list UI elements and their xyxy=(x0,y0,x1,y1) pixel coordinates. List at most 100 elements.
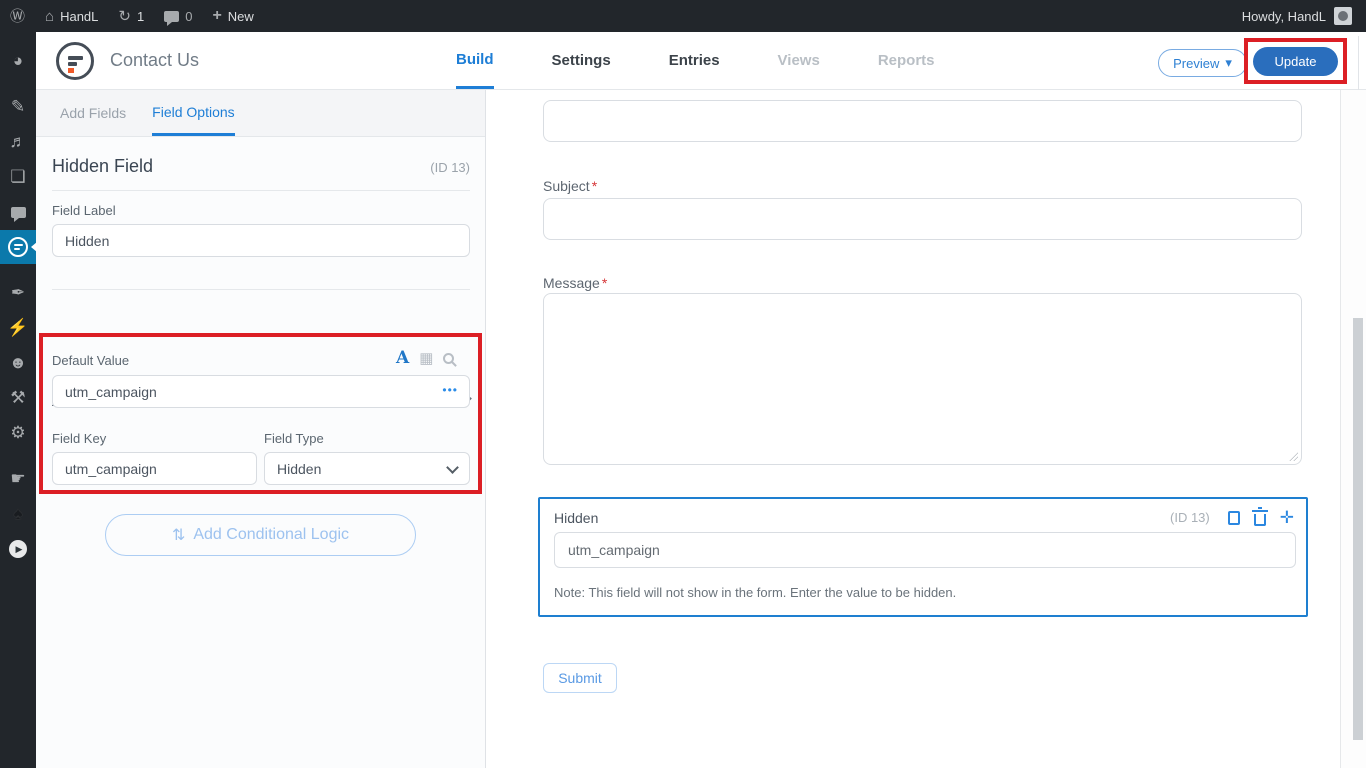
delete-trash-icon[interactable] xyxy=(1254,514,1266,526)
subject-field-input[interactable] xyxy=(543,198,1302,240)
chevron-down-icon xyxy=(446,461,459,474)
submit-button[interactable]: Submit xyxy=(543,663,617,693)
pages-icon: ❏ xyxy=(10,167,25,187)
message-field-textarea[interactable] xyxy=(543,293,1302,465)
builder-tabs: Build Settings Entries Views Reports xyxy=(456,32,935,89)
wordpress-logo-icon: Ⓦ xyxy=(10,9,25,24)
field-type-value: Hidden xyxy=(277,461,321,477)
more-options-icon[interactable]: ••• xyxy=(442,383,458,397)
sidebar-item-spy-plugin[interactable]: ♠ xyxy=(0,497,36,531)
wp-admin-bar: Ⓦ ⌂ HandL ↻ 1 0 + New Howdy, HandL xyxy=(0,0,1366,32)
plus-icon: + xyxy=(212,8,221,24)
field-key-input[interactable] xyxy=(52,452,257,485)
divider xyxy=(52,289,470,290)
formidable-icon xyxy=(8,237,28,257)
update-button[interactable]: Update xyxy=(1253,47,1338,76)
move-drag-icon[interactable]: ✛ xyxy=(1280,509,1294,526)
sidebar-item-media[interactable]: ♬ xyxy=(0,125,36,159)
comments-count: 0 xyxy=(185,9,192,24)
message-label-text: Message xyxy=(543,275,600,291)
sidebar-item-pages[interactable]: ❏ xyxy=(0,160,36,194)
tab-reports[interactable]: Reports xyxy=(878,32,935,89)
updates-icon: ↻ xyxy=(118,9,131,24)
wp-admin-sidebar: ◕ ✎ ♬ ❏ ✒ ⚡ ☻ ⚒ ⚙ ☛ ♠ ▶ xyxy=(0,32,36,768)
sidebar-item-formidable[interactable] xyxy=(0,230,36,264)
pin-icon: ✎ xyxy=(11,97,25,117)
sidebar-item-comments[interactable] xyxy=(0,195,36,229)
spy-icon: ♠ xyxy=(13,504,22,524)
sidebar-item-settings[interactable]: ⚙ xyxy=(0,416,36,450)
tab-field-options[interactable]: Field Options xyxy=(152,90,234,136)
sidebar-item-appearance[interactable]: ✒ xyxy=(0,276,36,310)
chevron-down-icon: ▾ xyxy=(1225,55,1232,71)
tab-build[interactable]: Build xyxy=(456,32,494,89)
account-menu[interactable]: Howdy, HandL xyxy=(1242,7,1366,25)
default-value-input[interactable] xyxy=(52,375,470,408)
home-icon: ⌂ xyxy=(45,9,54,24)
duplicate-icon[interactable] xyxy=(1228,511,1240,525)
new-label: New xyxy=(228,9,254,24)
hidden-field-label: Hidden xyxy=(554,510,598,526)
sidebar-item-plugins[interactable]: ⚡ xyxy=(0,311,36,345)
handl-grabber-hand-icon: ☛ xyxy=(10,469,25,489)
comment-bubble-icon xyxy=(11,207,26,218)
hidden-field-id-badge: (ID 13) xyxy=(1170,510,1210,525)
hidden-field-block-selected[interactable]: Hidden (ID 13) ✛ Note: This field will n… xyxy=(538,497,1308,617)
default-value-toolbar: A ▦ xyxy=(396,350,454,367)
default-value-label: Default Value xyxy=(52,353,129,368)
field-type-label: Field Type xyxy=(264,431,324,446)
add-conditional-logic-button[interactable]: ⇅ Add Conditional Logic xyxy=(105,514,416,556)
required-asterisk: * xyxy=(602,275,607,291)
field-label-label: Field Label xyxy=(52,203,116,218)
field-options-heading: Hidden Field (ID 13) xyxy=(52,156,470,177)
header-divider xyxy=(1358,36,1359,90)
search-icon[interactable] xyxy=(443,353,454,364)
subject-field-label: Subject* xyxy=(543,178,597,194)
vertical-scrollbar[interactable] xyxy=(1341,32,1366,768)
field-key-label: Field Key xyxy=(52,431,106,446)
text-format-icon[interactable]: A xyxy=(396,350,409,367)
wp-logo-menu[interactable]: Ⓦ xyxy=(0,0,35,32)
resize-grip-icon[interactable] xyxy=(1288,451,1298,461)
media-icon: ♬ xyxy=(10,132,27,152)
formidable-builder-page: Ⓦ ⌂ HandL ↻ 1 0 + New Howdy, HandL ◕ ✎ ♬… xyxy=(0,0,1366,768)
sidebar-item-dashboard[interactable]: ◕ xyxy=(0,44,36,78)
panel-tabs: Add Fields Field Options xyxy=(36,90,485,137)
site-name-menu[interactable]: ⌂ HandL xyxy=(35,0,108,32)
avatar xyxy=(1334,7,1352,25)
updates-count: 1 xyxy=(137,9,144,24)
tools-wrench-icon: ⚒ xyxy=(10,388,25,408)
dashboard-icon: ◕ xyxy=(13,51,23,71)
comments-icon xyxy=(164,11,179,22)
calculator-icon[interactable]: ▦ xyxy=(419,351,433,366)
conditional-logic-label: Add Conditional Logic xyxy=(193,526,349,544)
tab-entries[interactable]: Entries xyxy=(669,32,720,89)
updates-menu[interactable]: ↻ 1 xyxy=(108,0,154,32)
untitled-field-input[interactable] xyxy=(543,100,1302,142)
preview-button[interactable]: Preview ▾ xyxy=(1158,49,1247,77)
site-name-label: HandL xyxy=(60,9,98,24)
field-type-title: Hidden Field xyxy=(52,156,153,177)
form-preview-canvas: Subject* Message* Hidden (ID 13) ✛ Note:… xyxy=(487,90,1340,768)
sidebar-item-video-plugin[interactable]: ▶ xyxy=(0,532,36,566)
sidebar-item-users[interactable]: ☻ xyxy=(0,346,36,380)
comments-menu[interactable]: 0 xyxy=(154,0,202,32)
field-type-select[interactable]: Hidden xyxy=(264,452,470,485)
form-title: Contact Us xyxy=(110,50,199,71)
hidden-field-value-input[interactable] xyxy=(554,532,1296,568)
sidebar-item-handl-utm-grabber[interactable]: ☛ xyxy=(0,462,36,496)
paintbrush-icon: ✒ xyxy=(11,283,25,303)
users-icon: ☻ xyxy=(9,353,27,373)
sidebar-item-tools[interactable]: ⚒ xyxy=(0,381,36,415)
hidden-field-header: Hidden (ID 13) ✛ xyxy=(554,509,1294,526)
conditional-logic-icon: ⇅ xyxy=(172,525,185,545)
sidebar-item-posts[interactable]: ✎ xyxy=(0,90,36,124)
new-content-menu[interactable]: + New xyxy=(202,0,263,32)
tab-views[interactable]: Views xyxy=(778,32,820,89)
hidden-field-note: Note: This field will not show in the fo… xyxy=(554,585,956,600)
tab-add-fields[interactable]: Add Fields xyxy=(60,90,126,136)
tab-settings[interactable]: Settings xyxy=(552,32,611,89)
howdy-text: Howdy, HandL xyxy=(1242,9,1326,24)
field-label-input[interactable] xyxy=(52,224,470,257)
scrollbar-thumb[interactable] xyxy=(1353,318,1363,740)
